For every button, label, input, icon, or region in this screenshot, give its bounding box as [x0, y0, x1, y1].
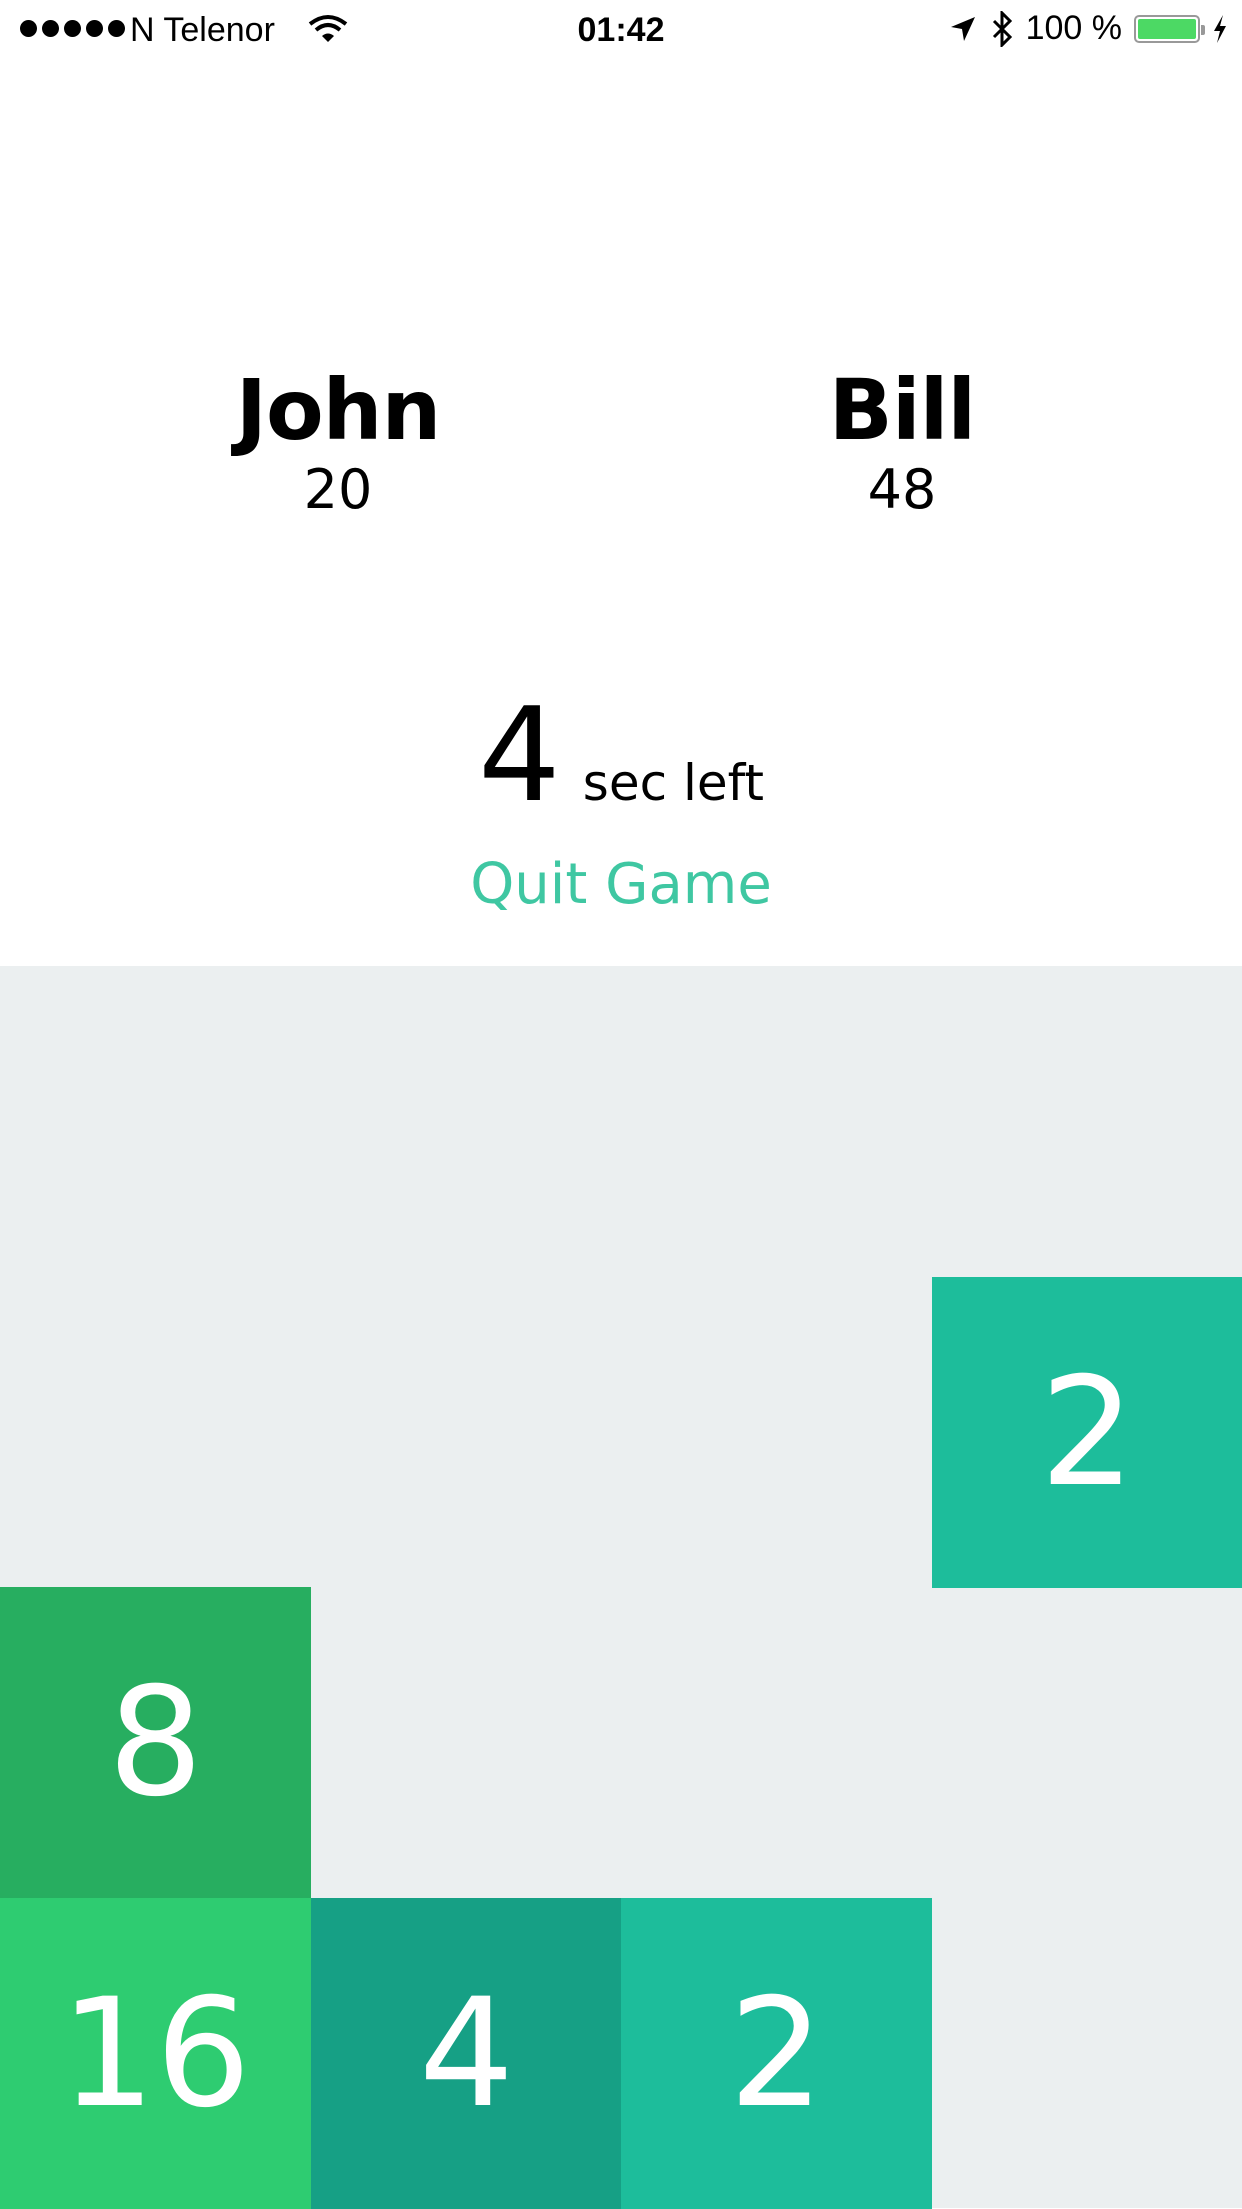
status-right-group: 100 %	[948, 9, 1228, 48]
tile-2: 2	[621, 1898, 932, 2209]
tile-2: 2	[932, 1277, 1242, 1588]
tile-16: 16	[0, 1898, 311, 2209]
player-name: John	[235, 361, 442, 459]
player-bill: Bill 48	[652, 360, 1152, 522]
tile-8: 8	[0, 1587, 311, 1898]
game-board[interactable]: 2 8 16 4 2	[0, 966, 1242, 2209]
charging-bolt-icon	[1214, 14, 1226, 43]
battery-percent: 100 %	[1025, 9, 1122, 47]
quit-game-button[interactable]: Quit Game	[0, 852, 1242, 917]
tile-4: 4	[311, 1898, 622, 2209]
location-arrow-icon	[950, 16, 975, 41]
player-score: 48	[867, 458, 937, 521]
countdown-timer: 4 sec left	[0, 690, 1242, 820]
player-name: Bill	[828, 361, 976, 459]
battery-icon	[1134, 14, 1205, 43]
bluetooth-icon	[992, 10, 1012, 47]
player-score: 20	[303, 458, 373, 521]
player-john: John 20	[88, 360, 588, 522]
status-bar: N Telenor 01:42 100 %	[0, 0, 1242, 62]
timer-label: sec left	[582, 754, 764, 812]
timer-seconds: 4	[478, 679, 561, 831]
